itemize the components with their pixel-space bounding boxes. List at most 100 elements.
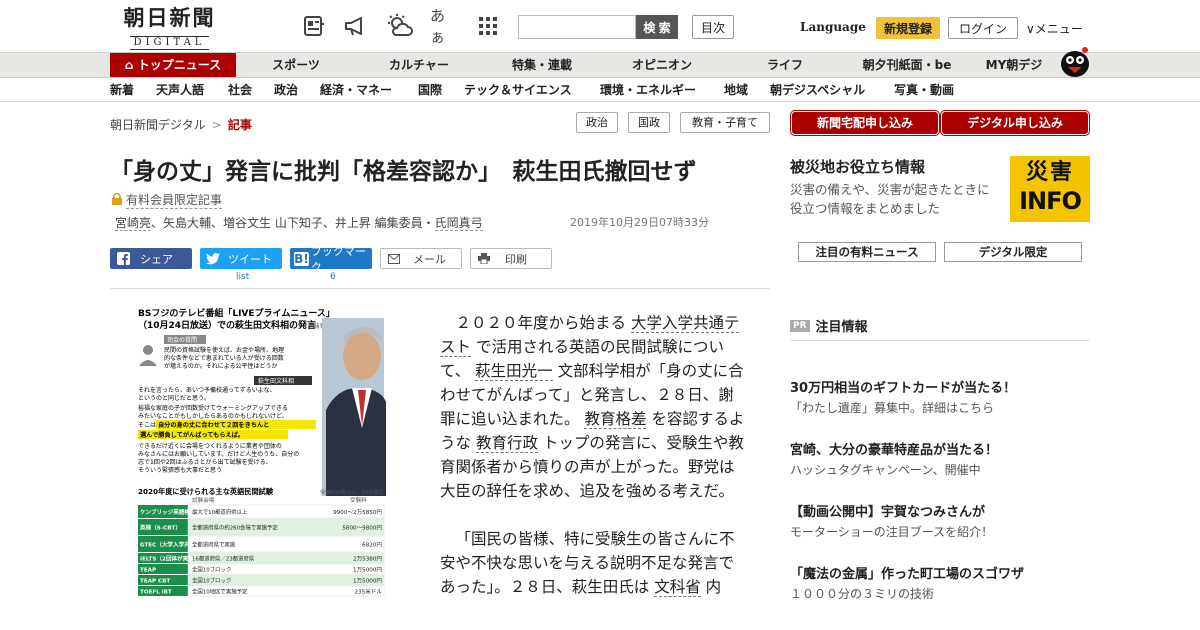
nav-my-asahi[interactable]: MY朝デジ [966,53,1062,77]
nav-society[interactable]: 社会 [228,78,252,102]
divider [110,288,770,289]
twitter-share-button[interactable]: ツイート [200,248,282,269]
digital-limited-button[interactable]: デジタル限定 [944,242,1082,262]
nav-special[interactable]: 朝デジスペシャル [770,78,865,102]
article-date: 2019年10月29日07時33分 [570,216,709,229]
nav-latest[interactable]: 新着 [110,78,134,102]
mail-share-button[interactable]: メール [380,248,462,269]
search-button[interactable]: 検 索 [636,15,678,39]
search-input[interactable] [518,15,636,39]
pr-item[interactable]: 宮崎、大分の豪華特産品が当たる！ ハッシュタグキャンペーン、開催中 [790,442,1090,480]
fig-table-rows: ケンブリッジ英語検定最大で10都道府県以上 9900〜2万5850円英検（S-CB… [138,504,385,597]
twitter-icon [202,252,224,265]
pr-item-desc: モーターショーの注目ブースを紹介！ [790,525,994,539]
twitter-count[interactable]: list [236,272,249,282]
breadcrumb-home[interactable]: 朝日新聞デジタル [110,118,206,132]
nav-international[interactable]: 国際 [418,78,442,102]
breadcrumb-sep: > [211,118,222,132]
nav-politics[interactable]: 政治 [274,78,298,102]
toc-button[interactable]: 目次 [692,15,734,39]
fig-row-name: IELTS（2回体が実施） [140,555,199,563]
hatena-bookmark-button[interactable]: B! ブックマーク [290,245,372,274]
pr-item[interactable]: 「魔法の金属」作った町工場のスゴワザ １０００分の３ミリの技術 [790,566,1090,604]
nav-tensei[interactable]: 天声人語 [156,78,204,102]
fig-row-name: TEAP CBT [140,579,170,585]
pr-item-title: 【動画公開中】宇賀なつみさんが [790,505,986,520]
fig-row-area: 全国10ブロック [192,577,231,585]
digital-subscribe-button[interactable]: デジタル申し込み [940,110,1090,136]
nav-features[interactable]: 特集・連載 [482,53,602,77]
nav-culture[interactable]: カルチャー [356,53,482,77]
nav-environment[interactable]: 環境・エネルギー [600,78,696,102]
share-label: シェア [140,252,173,266]
tag-politics[interactable]: 政治 [576,112,618,133]
nav-sports[interactable]: スポーツ [236,53,356,77]
chevron-down-icon: ∨ [1026,22,1035,36]
share-label: ブックマーク [310,244,366,274]
nav-region[interactable]: 地域 [724,78,748,102]
share-label: 印刷 [505,252,527,266]
nav-life[interactable]: ライフ [722,53,848,77]
author-link[interactable]: 宮崎亮 [115,216,152,231]
nav-top-news[interactable]: ⌂ トップニュース [110,53,236,77]
pr-item-desc: ハッシュタグキャンペーン、開催中 [790,463,981,477]
secondary-nav: 新着 天声人語 社会 政治 経済・マネー 国際 テック＆サイエンス 環境・エネル… [0,78,1200,102]
login-button[interactable]: ログイン [948,17,1018,39]
fig-a-text: 志で1回や2回はふるさとから出て試験を受ける、 [138,458,272,466]
hatena-count[interactable]: 6 [330,272,336,282]
fig-row-area: 最大で10都道府県以上 [192,508,248,516]
fig-row-area: 全国10地区で実施予定 [192,588,248,596]
pr-item[interactable]: 【動画公開中】宇賀なつみさんが モーターショーの注目ブースを紹介！ [790,504,1090,542]
newspaper-icon[interactable] [300,12,328,40]
minister-photo [322,318,386,496]
author-link[interactable]: 氏岡真弓 [434,216,483,231]
tag-education[interactable]: 教育・子育て [680,112,770,133]
nav-newspaper[interactable]: 朝夕刊紙面・be [848,53,966,77]
fig-a-text: 裕福な家庭の子が回数受けてウォーミングアップできる [138,404,288,412]
article-authors: 宮崎亮、矢島大輔、増谷文生 山下知子、井上昇 編集委員・氏岡真弓 [115,214,483,231]
fig-row-area: 全都道府県の約260会場で実施予定 [192,524,278,532]
tag-national[interactable]: 国政 [628,112,670,133]
grid-menu-icon[interactable] [474,12,502,40]
nav-economy[interactable]: 経済・マネー [320,78,392,102]
print-button[interactable]: 印刷 [470,248,552,269]
pr-item-title: 30万円相当のギフトカードが当たる！ [790,381,1017,396]
pr-badge: PR [790,319,810,332]
register-button[interactable]: 新規登録 [876,17,940,39]
paid-news-button[interactable]: 注目の有料ニュース [798,242,936,262]
site-header: 朝日新聞 DIGITAL あぁ 検 索 目次 Language 新規登録 ログイ… [0,0,1200,52]
nav-tech[interactable]: テック＆サイエンス [464,78,572,102]
divider [790,340,1090,341]
members-only-text: 有料会員限定記事 [126,193,223,209]
author-text: 、矢島大輔、増谷文生 山下知子、井上昇 編集委員・ [151,216,435,230]
language-link[interactable]: Language [800,20,866,34]
mascot-icon[interactable] [1058,44,1092,78]
fig-a-text: というのと同じだと思う。 [138,395,210,402]
disaster-info-title[interactable]: 被災地お役立ち情報 [790,156,925,177]
disaster-info-banner[interactable]: 災害 INFO [1010,156,1090,222]
nav-opinion[interactable]: オピニオン [602,53,722,77]
fig-q-label: 司会の質問 [167,336,197,344]
body-link[interactable]: 文科省 [654,578,701,597]
weather-icon[interactable] [386,12,414,40]
site-logo[interactable]: 朝日新聞 DIGITAL [112,5,227,50]
megaphone-icon[interactable] [342,12,370,40]
fig-row-fee: 2万5380円 [353,556,382,563]
fig-a-text: みなさんにはお願いしています。だけど人生のうち、自分の [138,450,299,458]
newspaper-subscribe-button[interactable]: 新聞宅配申し込み [790,110,940,136]
article-figure[interactable]: BSフジのテレビ番組「LIVEプライムニュース」 （10月24日放送）での萩生田… [136,304,386,630]
body-link[interactable]: 教育行政 [475,434,538,453]
pr-header: PR 注目情報 [790,316,868,335]
pr-item-desc: １０００分の３ミリの技術 [790,587,935,601]
pr-item[interactable]: 30万円相当のギフトカードが当たる！ 「わたし遺産」募集中。詳細はこちら [790,380,1090,418]
disaster-info-desc[interactable]: 災害の備えや、災害が起きたときに役立つ情報をまとめました [790,180,1002,218]
logo-main: 朝日新聞 [123,5,216,30]
body-link[interactable]: 萩生田光一 [475,362,553,381]
fig-q-text: 民間の資格試験を使えば、お金や場所、地理 [164,346,284,354]
facebook-share-button[interactable]: シェア [110,248,192,269]
nav-photo[interactable]: 写真・動画 [894,78,954,102]
font-size-icon[interactable]: あぁ [430,7,458,46]
body-link[interactable]: 教育格差 [584,410,647,429]
menu-button[interactable]: ∨メニュー [1026,20,1083,37]
members-only-label[interactable]: 有料会員限定記事 [112,191,223,209]
